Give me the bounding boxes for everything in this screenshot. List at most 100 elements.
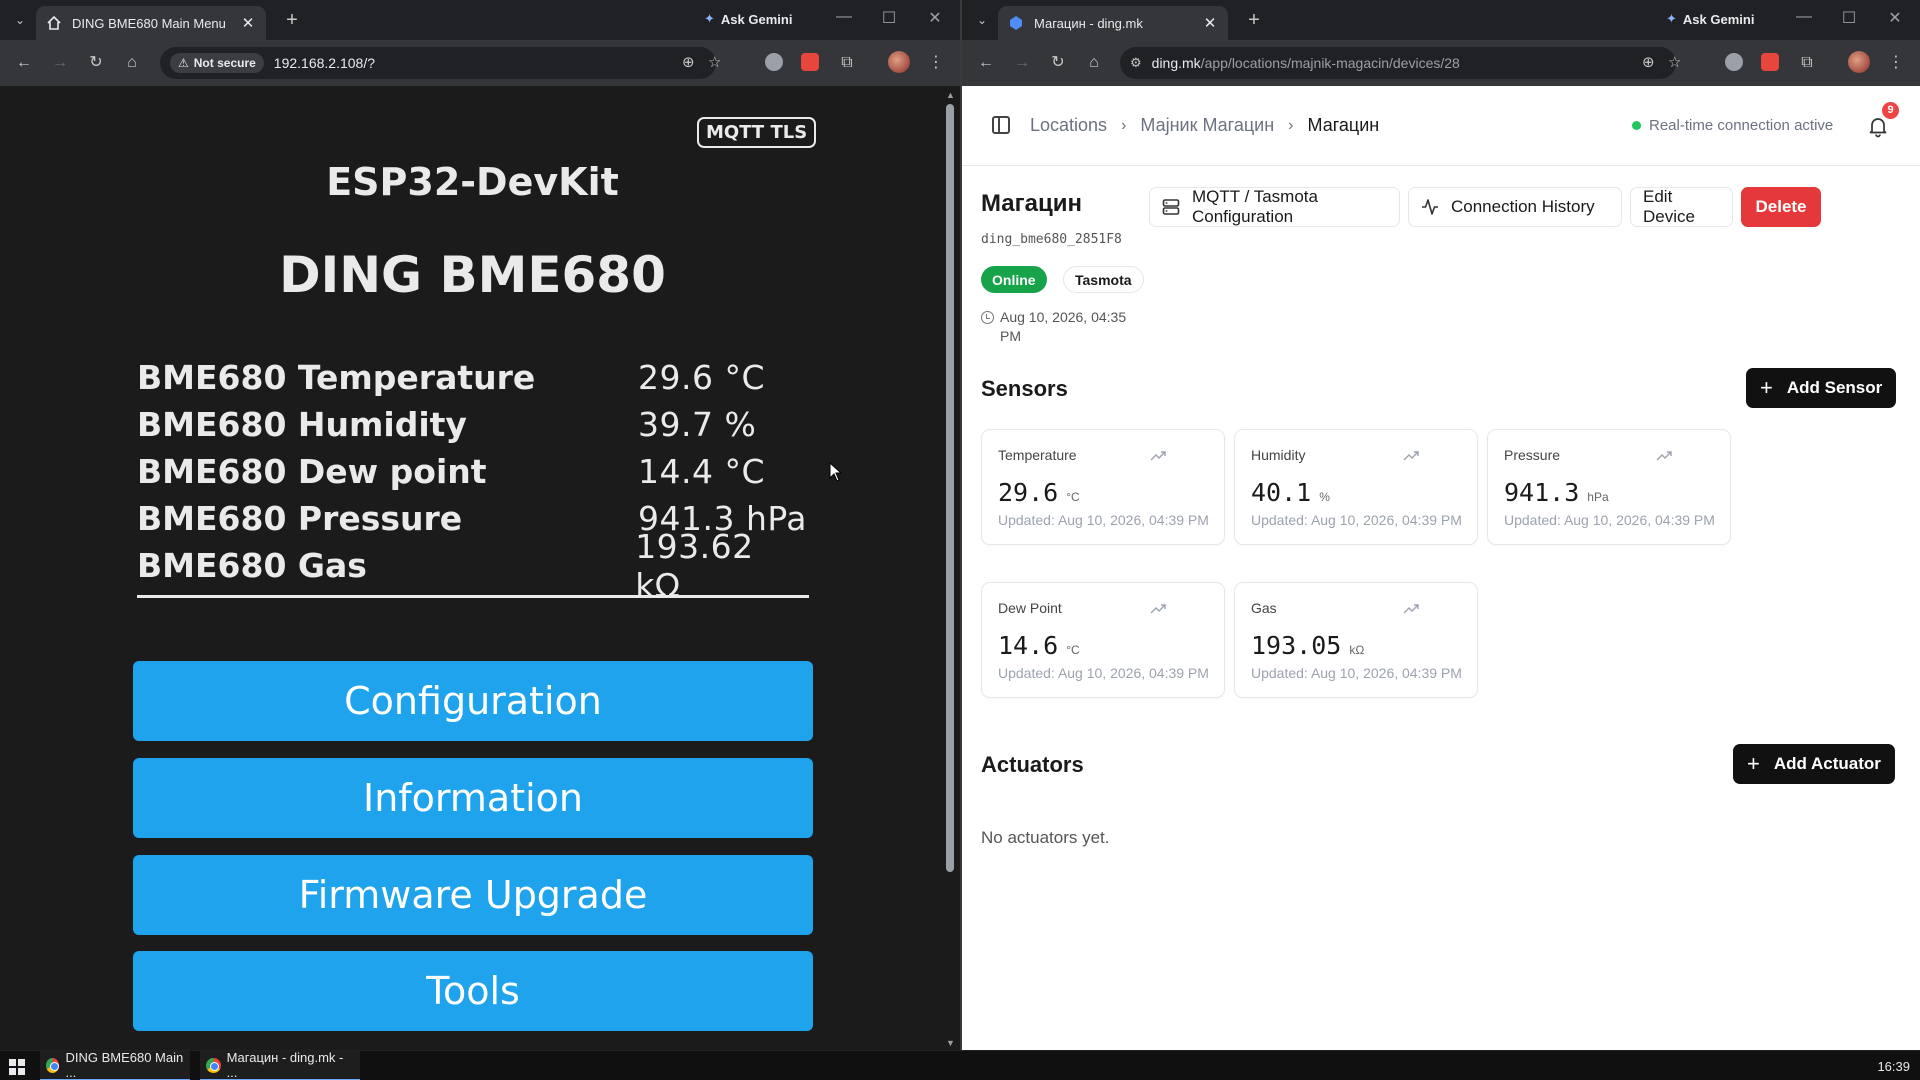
security-chip-label: Not secure xyxy=(193,56,256,70)
tab-search-icon[interactable]: ⌄ xyxy=(10,10,30,30)
minimize-icon[interactable]: — xyxy=(829,8,859,26)
address-bar[interactable]: ⚙ ding.mk/app/locations/majnik-magacin/d… xyxy=(1120,47,1681,79)
tab-search-icon[interactable]: ⌄ xyxy=(972,10,992,30)
profile-avatar[interactable] xyxy=(1848,51,1870,73)
extension-icon[interactable] xyxy=(1725,53,1743,71)
zoom-icon[interactable]: ⊕ xyxy=(1642,53,1655,71)
taskbar-item-ding-main[interactable]: DING BME680 Main ... xyxy=(40,1050,190,1080)
back-icon[interactable]: ← xyxy=(975,52,997,74)
plus-icon: + xyxy=(1747,751,1760,776)
sensor-card-temperature[interactable]: Temperature 29.6 °C Updated: Aug 10, 202… xyxy=(981,429,1225,545)
zoom-icon[interactable]: ⊕ xyxy=(682,53,695,71)
scroll-down-icon[interactable]: ▼ xyxy=(946,1038,955,1048)
taskbar-item-label: Магацин - ding.mk - ... xyxy=(226,1050,344,1080)
scrollbar-thumb[interactable] xyxy=(946,104,954,872)
close-window-icon[interactable]: ✕ xyxy=(1880,8,1910,28)
realtime-status: Real-time connection active xyxy=(1632,117,1833,134)
extension-icon[interactable] xyxy=(765,53,783,71)
sensor-card-unit: % xyxy=(1319,490,1330,504)
sensor-card-humidity[interactable]: Humidity 40.1 % Updated: Aug 10, 2026, 0… xyxy=(1234,429,1478,545)
browser-menu-icon[interactable]: ⋮ xyxy=(1886,52,1906,72)
bookmark-star-icon[interactable]: ☆ xyxy=(1668,53,1681,71)
desktop: ⌄ DING BME680 Main Menu ✕ + ✦ Ask Gemini… xyxy=(0,0,1920,1080)
forward-icon[interactable]: → xyxy=(1011,52,1033,74)
configuration-button[interactable]: Configuration xyxy=(133,661,813,741)
sensor-card-unit: °C xyxy=(1066,643,1080,657)
close-window-icon[interactable]: ✕ xyxy=(920,8,950,28)
server-icon xyxy=(1162,199,1180,215)
add-actuator-button[interactable]: + Add Actuator xyxy=(1733,744,1895,784)
maximize-icon[interactable]: ☐ xyxy=(1834,8,1864,28)
home-icon[interactable]: ⌂ xyxy=(1083,52,1105,74)
app-topbar: Locations › Мајник Магацин › Магацин Rea… xyxy=(962,86,1920,166)
add-sensor-button[interactable]: + Add Sensor xyxy=(1746,368,1897,408)
last-seen-text: Aug 10, 2026, 04:35 PM xyxy=(1000,308,1126,346)
ask-gemini-button[interactable]: ✦ Ask Gemini xyxy=(1666,11,1754,27)
sidebar-toggle-icon[interactable] xyxy=(992,116,1010,134)
breadcrumb-location[interactable]: Мајник Магацин xyxy=(1140,115,1274,136)
warning-icon: ⚠ xyxy=(178,56,189,70)
last-seen-date: Aug 10, 2026, 04:35 xyxy=(1000,309,1127,325)
delete-device-button[interactable]: Delete xyxy=(1741,187,1821,227)
chrome-icon xyxy=(206,1057,221,1073)
sensor-row: BME680 Gas 193.62 kΩ xyxy=(137,527,809,605)
new-tab-icon[interactable]: + xyxy=(1243,9,1265,32)
connection-history-button[interactable]: Connection History xyxy=(1408,187,1622,227)
sensor-card-reading: 29.6 °C xyxy=(998,478,1080,507)
windows-start-icon[interactable] xyxy=(9,1059,25,1075)
adblock-icon[interactable] xyxy=(801,53,819,71)
close-tab-icon[interactable]: ✕ xyxy=(240,14,256,32)
scroll-up-icon[interactable]: ▲ xyxy=(946,90,955,100)
sensor-name: BME680 Temperature xyxy=(137,358,536,397)
edit-device-button[interactable]: Edit Device xyxy=(1630,187,1733,227)
new-tab-icon[interactable]: + xyxy=(281,9,303,32)
site-settings-icon[interactable]: ⚙ xyxy=(1130,55,1142,71)
adblock-icon[interactable] xyxy=(1761,53,1779,71)
profile-avatar[interactable] xyxy=(888,51,910,73)
page-scrollbar[interactable]: ▲ ▼ xyxy=(946,90,955,1050)
minimize-icon[interactable]: — xyxy=(1789,8,1819,26)
home-icon[interactable]: ⌂ xyxy=(121,52,143,74)
forward-icon[interactable]: → xyxy=(49,52,71,74)
clock-icon xyxy=(981,311,994,324)
back-icon[interactable]: ← xyxy=(13,52,35,74)
add-actuator-label: Add Actuator xyxy=(1773,754,1881,773)
device-id: ding_bme680_2851F8 xyxy=(981,232,1122,247)
sensor-card-reading: 40.1 % xyxy=(1251,478,1330,507)
sensor-card-unit: °C xyxy=(1066,490,1080,504)
sensor-card-value: 29.6 xyxy=(998,478,1059,507)
tab-magacin[interactable]: Магацин - ding.mk ✕ xyxy=(998,6,1228,40)
sensor-card-updated: Updated: Aug 10, 2026, 04:39 PM xyxy=(1504,512,1715,528)
sensor-card-gas[interactable]: Gas 193.05 kΩ Updated: Aug 10, 2026, 04:… xyxy=(1234,582,1478,698)
extensions-puzzle-icon[interactable]: ⧉ xyxy=(1796,52,1818,74)
sensor-value: 14.4 °C xyxy=(638,452,766,491)
sensor-card-name: Humidity xyxy=(1251,447,1306,463)
close-tab-icon[interactable]: ✕ xyxy=(1202,14,1218,32)
address-bar[interactable]: ⚠ Not secure 192.168.2.108/? ⊕ ☆ xyxy=(160,47,721,79)
mqtt-config-label: MQTT / Tasmota Configuration xyxy=(1192,187,1318,226)
tools-button[interactable]: Tools xyxy=(133,951,813,1031)
information-button[interactable]: Information xyxy=(133,758,813,838)
delete-device-label: Delete xyxy=(1755,197,1807,216)
reload-icon[interactable]: ↻ xyxy=(85,52,107,74)
sensor-row: BME680 Dew point 14.4 °C xyxy=(137,448,809,495)
extensions-puzzle-icon[interactable]: ⧉ xyxy=(836,52,858,74)
edit-device-label: Edit Device xyxy=(1643,187,1695,226)
firmware-upgrade-button[interactable]: Firmware Upgrade xyxy=(133,855,813,935)
security-chip[interactable]: ⚠ Not secure xyxy=(170,53,264,73)
taskbar-item-magacin[interactable]: Магацин - ding.mk - ... xyxy=(200,1050,360,1080)
reload-icon[interactable]: ↻ xyxy=(1047,52,1069,74)
sensor-card-pressure[interactable]: Pressure 941.3 hPa Updated: Aug 10, 2026… xyxy=(1487,429,1731,545)
bookmark-star-icon[interactable]: ☆ xyxy=(708,53,721,71)
device-name: Магацин xyxy=(981,190,1082,217)
ask-gemini-button[interactable]: ✦ Ask Gemini xyxy=(704,11,792,27)
maximize-icon[interactable]: ☐ xyxy=(874,8,904,28)
browser-menu-icon[interactable]: ⋮ xyxy=(926,52,946,72)
left-browser-window: ⌄ DING BME680 Main Menu ✕ + ✦ Ask Gemini… xyxy=(0,0,960,1050)
breadcrumb-locations[interactable]: Locations xyxy=(1030,115,1107,136)
tab-ding-main-menu[interactable]: DING BME680 Main Menu ✕ xyxy=(36,6,266,40)
sensor-card-dew-point[interactable]: Dew Point 14.6 °C Updated: Aug 10, 2026,… xyxy=(981,582,1225,698)
sensor-card-reading: 941.3 hPa xyxy=(1504,478,1609,507)
browser-toolbar: ← → ↻ ⌂ ⚠ Not secure 192.168.2.108/? ⊕ ☆… xyxy=(0,40,960,86)
mqtt-config-button[interactable]: MQTT / Tasmota Configuration xyxy=(1149,187,1400,227)
